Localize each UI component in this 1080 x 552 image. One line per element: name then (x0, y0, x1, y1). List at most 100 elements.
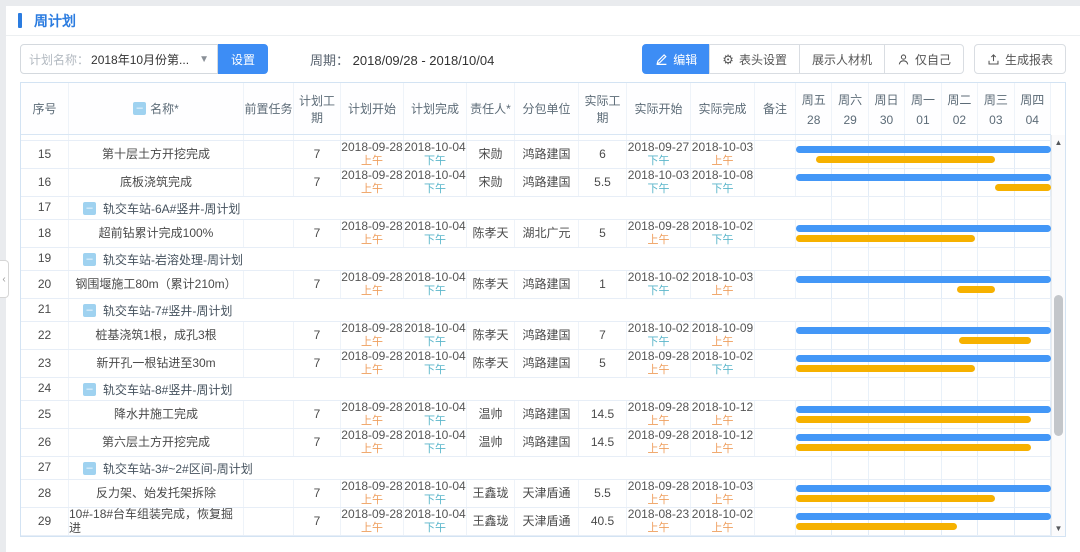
gantt-cell (796, 135, 1051, 140)
gantt-day-column (869, 135, 906, 140)
actual-bar (796, 235, 975, 242)
date-cell: 2018-10-03 上午 (691, 271, 755, 298)
plan-name-select[interactable]: 计划名称： 2018年10月份第... ▼ (20, 44, 218, 74)
date-cell: 2018-08-23 上午 (627, 508, 691, 535)
table-row[interactable]: 28 反力架、始发托架拆除 7 2018-09-28 上午 2018-10-04 下午 王鑫珑… (21, 480, 1051, 508)
date-cell: 2018-09-28 上午 (341, 322, 404, 349)
gantt-weekday-label: 周四 (1020, 92, 1045, 107)
row-number-text: 24 (37, 381, 52, 396)
date-value: 2018-10-12 (691, 401, 754, 415)
show-resources-button[interactable]: 展示人材机 (798, 44, 885, 74)
actual-bar (796, 523, 957, 530)
gantt-day-column (1015, 299, 1051, 321)
plan-bar (796, 174, 1051, 181)
date-value: 2018-10-04 (404, 508, 466, 522)
generate-report-button[interactable]: 生成报表 (973, 44, 1066, 74)
owner: 温帅 (467, 429, 515, 456)
row-number-text: 22 (37, 327, 52, 342)
owner: 陈孝天 (467, 271, 515, 298)
cell (294, 135, 341, 140)
gantt-day-column (869, 457, 906, 479)
table-row[interactable]: 15 第十层土方开挖完成 7 2018-09-28 上午 2018-10-04 下午 宋勋 鸿路… (21, 141, 1051, 169)
task-name-text: 10#-18#台车组装完成，恢复掘进 (69, 508, 234, 535)
actual-bar (956, 286, 995, 293)
date-cell: 2018-09-28 上午 (341, 508, 404, 535)
chevron-down-icon: ▼ (199, 53, 209, 65)
row-number: 19 (21, 248, 69, 270)
scroll-up-icon[interactable]: ▲ (1052, 138, 1065, 147)
table-row[interactable]: 22 桩基浇筑1根，成孔3根 7 2018-09-28 上午 2018-10-04 下午 陈孝… (21, 322, 1051, 350)
date-cell: 2018-10-02 下午 (691, 220, 755, 247)
table-group-row[interactable]: 27 – 轨交车站-3#~2#区间-周计划 (21, 457, 1051, 480)
page-title: 周计划 (34, 12, 76, 29)
date-value: 2018-10-04 (404, 169, 466, 183)
collapse-all-icon[interactable]: – (133, 102, 147, 115)
gantt-day-column (978, 299, 1015, 321)
table-row[interactable]: 23 新开孔一根钻进至30m 7 2018-09-28 上午 2018-10-04 下午 陈孝… (21, 350, 1051, 378)
date-value: 2018-09-28 (341, 350, 403, 364)
owner: 宋勋 (467, 169, 515, 196)
toolbar: 计划名称： 2018年10月份第... ▼ 设置 周期： 2018/09/28 … (6, 36, 1080, 82)
owner-text: 王鑫珑 (472, 513, 509, 528)
table-group-row[interactable]: 24 – 轨交车站-8#竖井-周计划 (21, 378, 1051, 401)
table-group-row[interactable]: 21 – 轨交车站-7#竖井-周计划 (21, 299, 1051, 322)
only-me-button[interactable]: 仅自己 (883, 44, 964, 74)
header-settings-button[interactable]: ⚙ 表头设置 (709, 44, 800, 74)
column-header: 备注 (755, 83, 796, 134)
table-row[interactable]: 18 超前钻累计完成100% 7 2018-09-28 上午 2018-10-04 下午 陈孝… (21, 220, 1051, 248)
header-settings-label: 表头设置 (738, 52, 787, 67)
column-header-label: 实际工期 (584, 93, 621, 125)
date-cell: 2018-09-28 上午 (341, 169, 404, 196)
table-row[interactable]: 29 10#-18#台车组装完成，恢复掘进 7 2018-09-28 上午 2018-10… (21, 508, 1051, 536)
scroll-thumb[interactable] (1054, 295, 1063, 436)
cell (467, 135, 515, 140)
row-number-text: 16 (37, 174, 52, 189)
date-cell: 2018-09-28 上午 (627, 429, 691, 456)
table-row[interactable]: 20 钢围堰施工80m（累计210m） 7 2018-09-28 上午 2018-10-0… (21, 271, 1051, 299)
date-value: 2018-09-28 (341, 480, 403, 494)
plan-table: 序号 – 名称* 前置任务 计划工期 计划开始 计划完成 责任人* 分包单位 实际工期 实际开始 实际… (20, 82, 1066, 537)
pre-task (244, 480, 294, 507)
table-group-row[interactable]: 17 – 轨交车站-6A#竖井-周计划 (21, 197, 1051, 220)
column-header-label: 责任人* (470, 102, 511, 116)
table-group-row[interactable]: 19 – 轨交车站-岩溶处理-周计划 (21, 248, 1051, 271)
collapse-icon[interactable]: – (83, 303, 96, 317)
row-number: 25 (21, 401, 69, 428)
collapse-icon[interactable]: – (83, 201, 96, 215)
collapse-icon[interactable]: – (83, 461, 96, 475)
plan-duration: 7 (294, 401, 341, 428)
column-header: 实际工期 (579, 83, 627, 134)
scroll-down-icon[interactable]: ▼ (1052, 524, 1065, 533)
task-name: 降水井施工完成 (69, 401, 244, 428)
date-value: 2018-09-28 (341, 271, 403, 285)
task-name-text: 第六层土方开挖完成 (101, 434, 210, 449)
task-name: 超前钻累计完成100% (69, 220, 244, 247)
row-number: 20 (21, 271, 69, 298)
plan-duration-text: 7 (313, 513, 321, 528)
gantt-date-label: 30 (879, 112, 894, 127)
pre-task (244, 322, 294, 349)
subcontractor: 湖北广元 (515, 220, 579, 247)
owner-text: 王鑫珑 (472, 485, 509, 500)
collapse-icon[interactable]: – (83, 252, 96, 266)
edit-button[interactable]: 编辑 (642, 44, 711, 74)
vertical-scrollbar[interactable]: ▲ ▼ (1051, 135, 1065, 536)
panel-collapse-handle[interactable]: ‹ (0, 260, 9, 298)
row-number: 16 (21, 169, 69, 196)
date-value: 2018-09-28 (627, 350, 690, 364)
edit-pencil-icon (656, 53, 667, 65)
table-row[interactable]: 26 第六层土方开挖完成 7 2018-09-28 上午 2018-10-04 下午 温帅 鸿路… (21, 429, 1051, 457)
gantt-cell (796, 197, 1051, 219)
table-row[interactable]: 25 降水井施工完成 7 2018-09-28 上午 2018-10-04 下午 温帅 鸿路建国… (21, 401, 1051, 429)
settings-button[interactable]: 设置 (218, 44, 269, 74)
task-name-text: 桩基浇筑1根，成孔3根 (95, 327, 217, 342)
subcontractor: 天津盾通 (515, 508, 579, 535)
collapse-icon[interactable]: – (83, 382, 96, 396)
weekly-plan-panel: 周计划 计划名称： 2018年10月份第... ▼ 设置 周期： 2018/09… (6, 6, 1080, 552)
row-number-text: 28 (37, 485, 52, 500)
column-header-label: 名称* (150, 102, 179, 116)
gantt-date-label: 28 (807, 112, 821, 127)
table-row[interactable]: 16 底板浇筑完成 7 2018-09-28 上午 2018-10-04 下午 宋勋 鸿路建国 5… (21, 169, 1051, 197)
column-header: 实际开始 (627, 83, 691, 134)
date-value: 2018-10-04 (404, 429, 466, 443)
